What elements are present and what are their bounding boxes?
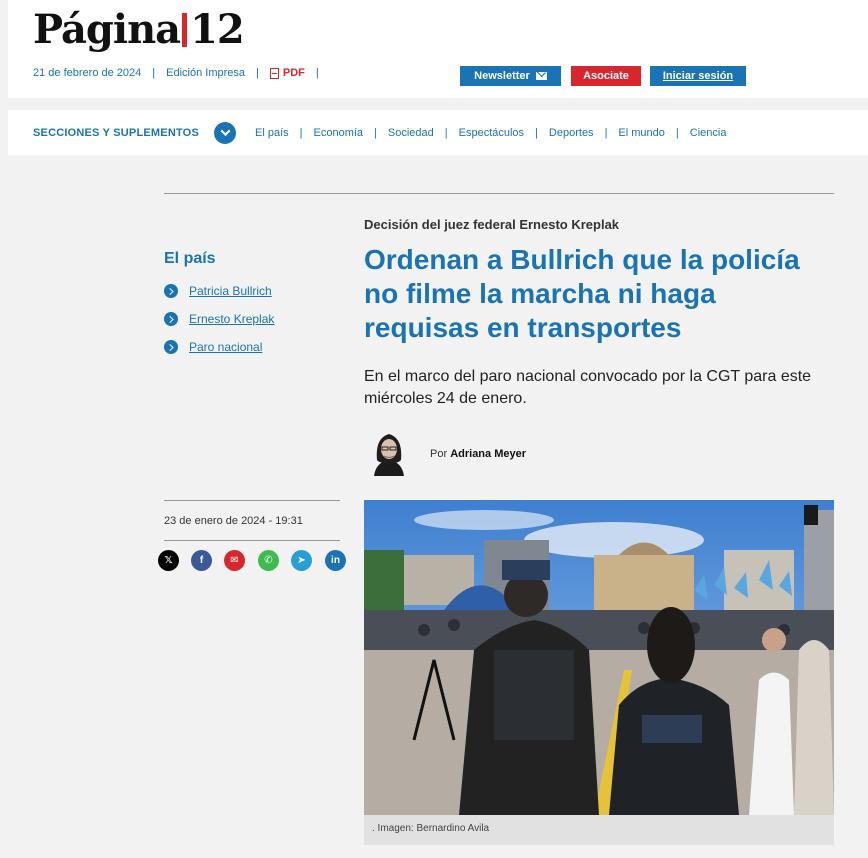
nav-item-el-pais[interactable]: El país	[255, 127, 289, 139]
chevron-right-icon	[164, 284, 178, 298]
header-meta: 21 de febrero de 2024 | Edición Impresa …	[33, 67, 319, 79]
author-name[interactable]: Adriana Meyer	[450, 448, 526, 460]
author-avatar[interactable]	[364, 430, 414, 476]
article-photo[interactable]	[364, 500, 834, 815]
divider	[164, 540, 340, 541]
nav-item-deportes[interactable]: Deportes	[549, 127, 594, 139]
telegram-icon[interactable]: ➤	[291, 550, 312, 571]
x-icon[interactable]: 𝕏	[158, 550, 179, 571]
article-summary: En el marco del paro nacional convocado …	[364, 368, 812, 407]
author-byline: Por Adriana Meyer	[430, 448, 526, 460]
tag-item[interactable]: Ernesto Kreplak	[164, 312, 274, 326]
current-date: 21 de febrero de 2024	[33, 67, 142, 79]
nav-item-ciencia[interactable]: Ciencia	[690, 127, 727, 139]
tag-item[interactable]: Paro nacional	[164, 340, 262, 354]
nav-item-economia[interactable]: Economía	[314, 127, 364, 139]
linkedin-icon[interactable]: in	[325, 550, 346, 571]
tag-item[interactable]: Patricia Bullrich	[164, 284, 272, 298]
nav-item-el-mundo[interactable]: El mundo	[618, 127, 664, 139]
divider	[164, 500, 340, 501]
pdf-icon	[269, 67, 279, 79]
chevron-right-icon	[164, 340, 178, 354]
whatsapp-icon[interactable]: ✆	[258, 550, 279, 571]
login-button[interactable]: Iniciar sesión	[650, 66, 746, 86]
pdf-link[interactable]: PDF	[269, 67, 305, 79]
site-logo[interactable]: Página 12	[33, 10, 245, 50]
nav-item-sociedad[interactable]: Sociedad	[388, 127, 434, 139]
envelope-icon	[535, 72, 547, 80]
article-headline: Ordenan a Bullrich que la policía no fil…	[364, 244, 800, 343]
facebook-icon[interactable]: f	[191, 550, 212, 571]
divider	[164, 193, 834, 194]
email-icon[interactable]: ✉	[224, 550, 245, 571]
print-edition-link[interactable]: Edición Impresa	[166, 67, 245, 79]
sections-title[interactable]: SECCIONES Y SUPLEMENTOS	[33, 127, 199, 139]
nav-item-espectaculos[interactable]: Espectáculos	[459, 127, 524, 139]
nav-links: El país | Economía | Sociedad | Espectáculo…	[255, 126, 727, 139]
sections-nav: SECCIONES Y SUPLEMENTOS El país | Economí…	[8, 110, 868, 155]
chevron-right-icon	[164, 312, 178, 326]
image-caption: . Imagen: Bernardino Avila	[364, 815, 834, 845]
site-header: Página 12 21 de febrero de 2024 | Edición…	[8, 0, 868, 98]
publish-date: 23 de enero de 2024 - 19:31	[164, 515, 303, 527]
associate-button[interactable]: Asociate	[571, 66, 641, 86]
section-title[interactable]: El país	[164, 250, 216, 268]
newsletter-button[interactable]: Newsletter	[460, 66, 561, 86]
article-kicker: Decisión del juez federal Ernesto Krepla…	[364, 217, 620, 232]
chevron-down-icon[interactable]	[214, 121, 236, 144]
